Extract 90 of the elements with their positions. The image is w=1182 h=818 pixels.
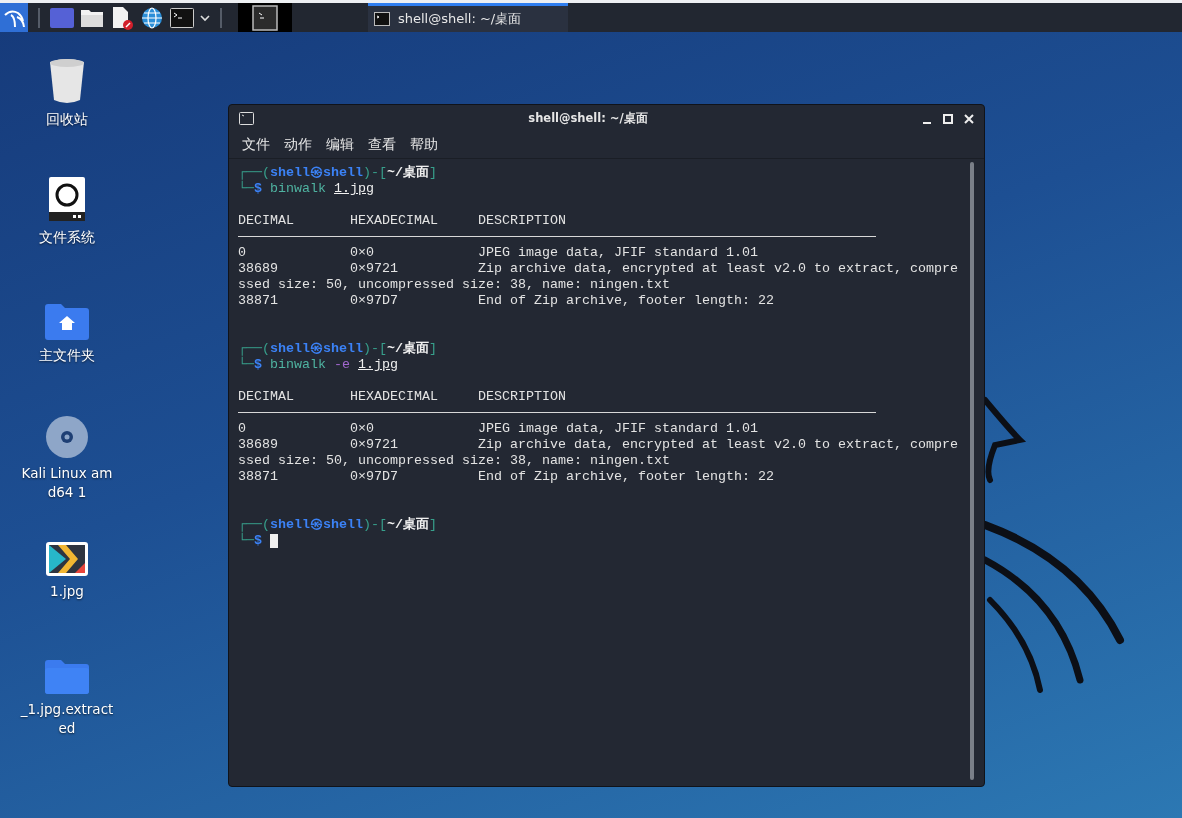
output-text: 38689 [238,437,279,453]
output-text: End of Zip archive, footer length: 22 [478,469,774,485]
output-text: 0×9721 [350,437,399,453]
prompt-border: ] [429,165,437,181]
kali-menu-button[interactable] [0,3,28,32]
command-text: binwalk [270,357,326,373]
prompt-symbol: ㉿ [310,341,323,357]
output-text: ssed size: 50, uncompressed size: 38, name: ningen.txt [238,453,670,469]
text-editor-icon[interactable] [110,5,134,30]
output-text: 0 [238,245,247,261]
argument-text: 1.jpg [358,357,398,373]
terminal-icon[interactable] [252,4,278,31]
prompt-host: shell [323,165,363,181]
output-text: 38689 [238,261,279,277]
desktop-icon-label[interactable]: 1.jpg [19,582,115,601]
prompt-host: shell [323,341,363,357]
column-header: DECIMAL [238,213,295,229]
terminal-icon [374,12,390,26]
prompt-border: ] [429,517,437,533]
window-title: shell@shell: ~/桌面 [527,111,649,126]
globe-icon[interactable] [140,5,164,30]
trash-icon [47,58,87,104]
taskbar-window-button[interactable]: shell@shell: ~/桌面 [368,3,568,32]
prompt-user: shell [270,165,310,181]
prompt-border: )-[ [363,165,387,181]
prompt-path: ~/桌面 [387,165,429,181]
column-header: DECIMAL [238,389,295,405]
desktop-icon-label[interactable]: 主文件夹 [19,346,115,365]
menu-item[interactable]: 动作 [277,136,319,154]
prompt-dollar: $ [254,357,262,373]
option-text: -e [334,357,350,373]
home-folder-icon [45,304,89,340]
folder-icon [45,660,89,694]
desktop-icon-label[interactable]: Kali Linux amd64 1 [19,464,115,502]
output-text: 0 [238,421,247,437]
prompt-path: ~/桌面 [387,517,429,533]
prompt-symbol: ㉿ [310,165,323,181]
prompt-border: )-[ [363,341,387,357]
column-header: DESCRIPTION [478,213,566,229]
chevron-down-icon[interactable] [200,13,210,22]
prompt-dollar: $ [254,181,262,197]
prompt-host: shell [323,517,363,533]
menu-item[interactable]: 编辑 [319,136,361,154]
menu-item[interactable]: 帮助 [403,136,445,154]
image-file-icon [46,542,88,576]
prompt-border: ] [429,341,437,357]
maximize-icon[interactable] [943,113,953,124]
output-text: JPEG image data, JFIF standard 1.01 [478,245,758,261]
prompt-border: └─ [238,181,254,197]
command-text: binwalk [270,181,326,197]
output-text: JPEG image data, JFIF standard 1.01 [478,421,758,437]
scrollbar[interactable] [970,162,974,780]
prompt-border: )-[ [363,517,387,533]
column-header: HEXADECIMAL [350,389,439,405]
prompt-border: ┌──( [238,165,270,181]
prompt-border: ┌──( [238,341,270,357]
desktop-icon-label[interactable]: 文件系统 [19,228,115,247]
prompt-user: shell [270,517,310,533]
prompt-border: └─ [238,533,254,549]
menu-item[interactable]: 查看 [361,136,403,154]
output-text: 38871 [238,293,279,309]
output-text: ssed size: 50, uncompressed size: 38, name: ningen.txt [238,277,670,293]
prompt-dollar: $ [254,533,262,549]
terminal-icon [239,112,254,125]
prompt-user: shell [270,341,310,357]
output-text: 0×0 [350,245,375,261]
desktop-icon-label[interactable]: _1.jpg.extracted [19,700,115,738]
column-header: DESCRIPTION [478,389,566,405]
output-text: Zip archive data, encrypted at least v2.0 to extract, compre [478,437,958,453]
prompt-border: ┌──( [238,517,270,533]
column-header: HEXADECIMAL [350,213,439,229]
desktop-icon-label[interactable]: 回收站 [19,110,115,129]
output-text: End of Zip archive, footer length: 22 [478,293,774,309]
menu-item[interactable]: 文件 [235,136,277,154]
workspace-icon[interactable] [50,7,74,28]
argument-text: 1.jpg [334,181,374,197]
drive-icon [48,176,86,222]
output-text: 0×97D7 [350,469,399,485]
folder-icon[interactable] [80,7,104,28]
output-text: 38871 [238,469,279,485]
prompt-border: └─ [238,357,254,373]
output-text: 0×0 [350,421,375,437]
output-text: 0×97D7 [350,293,399,309]
close-icon[interactable] [964,113,974,124]
prompt-symbol: ㉿ [310,517,323,533]
output-text: 0×9721 [350,261,399,277]
terminal-icon[interactable] [170,7,194,28]
prompt-path: ~/桌面 [387,341,429,357]
output-text: Zip archive data, encrypted at least v2.0 to extract, compre [478,261,958,277]
disc-icon [46,416,88,458]
